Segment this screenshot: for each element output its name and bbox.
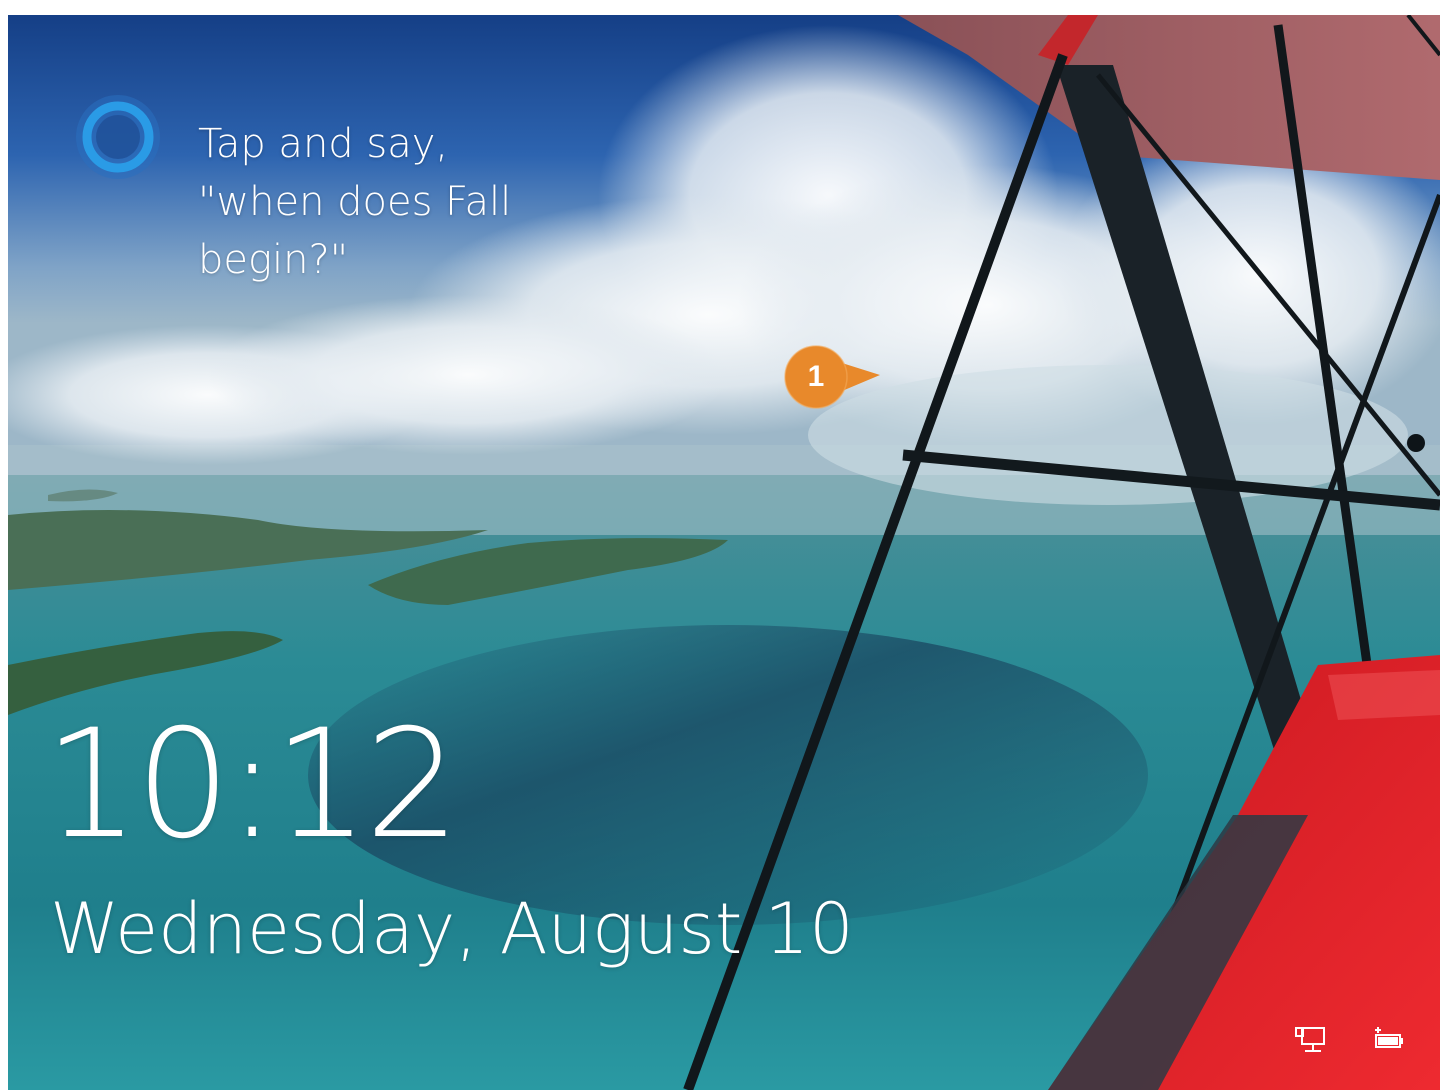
network-icon[interactable] xyxy=(1293,1025,1327,1055)
lock-screen[interactable]: Tap and say, "when does Fall begin?" 1 1… xyxy=(8,15,1440,1090)
callout-number: 1 xyxy=(807,360,825,393)
lock-screen-time: 10:12 xyxy=(44,698,460,872)
lock-screen-date: Wednesday, August 10 xyxy=(50,888,854,970)
step-callout-marker: 1 xyxy=(784,345,884,409)
cortana-icon[interactable] xyxy=(74,93,162,181)
battery-icon[interactable] xyxy=(1370,1025,1404,1055)
cortana-prompt[interactable]: Tap and say, "when does Fall begin?" xyxy=(74,93,578,289)
cortana-hint-text: Tap and say, "when does Fall begin?" xyxy=(198,121,512,283)
